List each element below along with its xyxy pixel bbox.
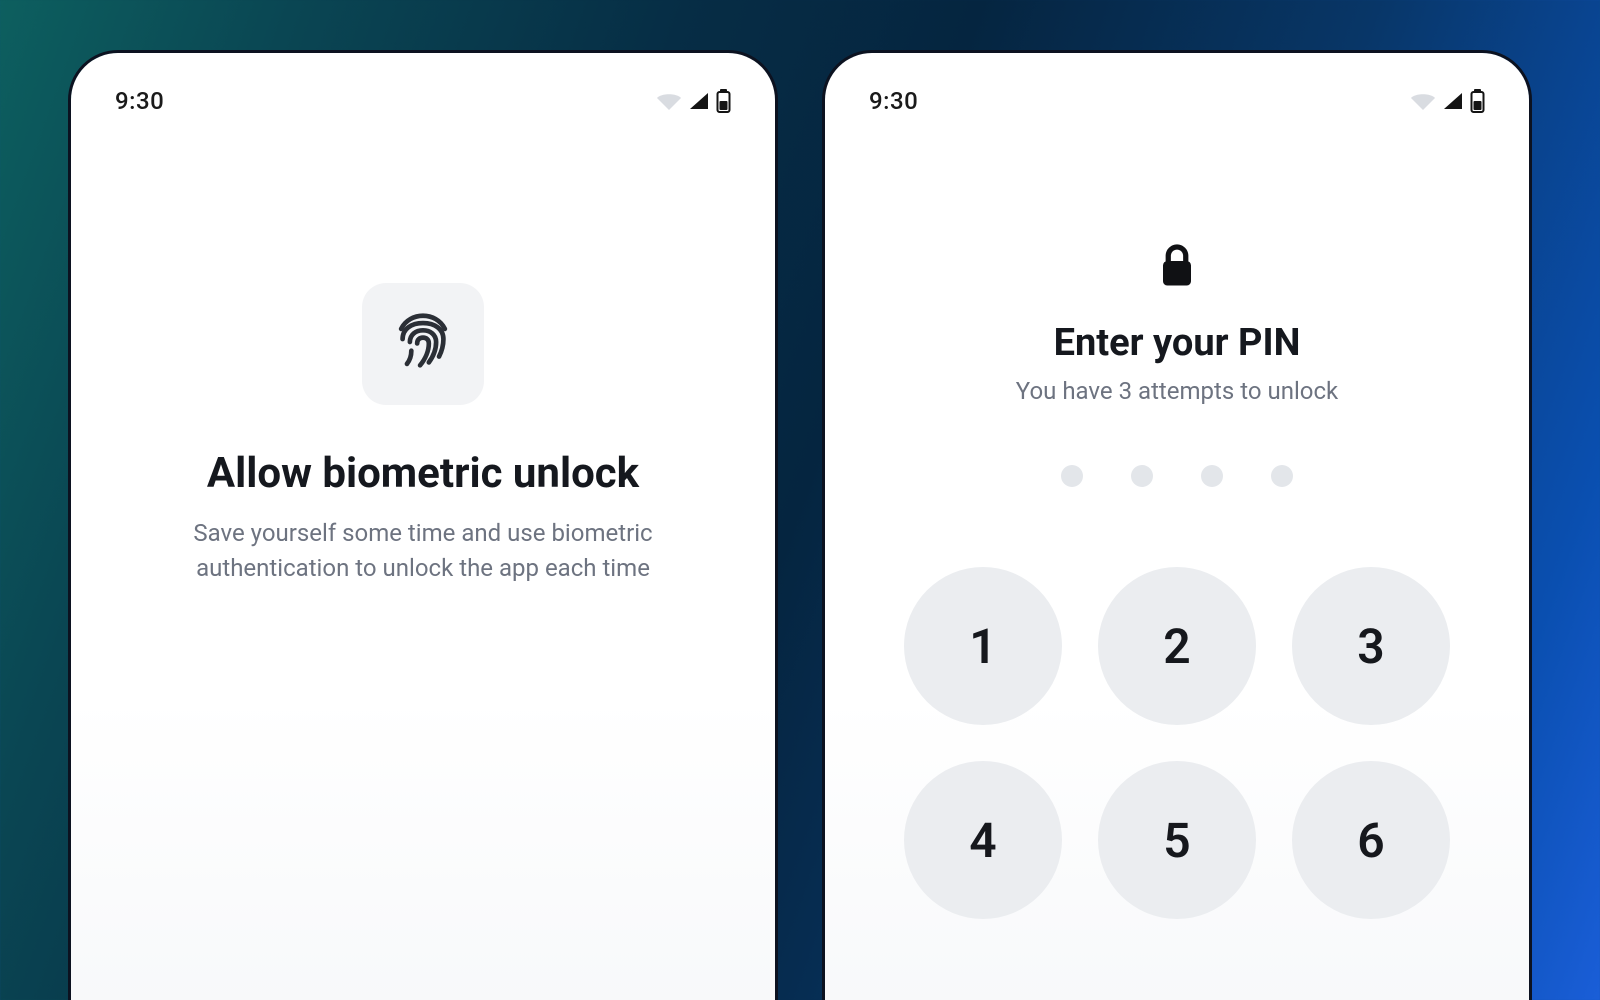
pin-dot (1061, 465, 1083, 487)
pin-keypad: 1 2 3 4 5 6 (904, 567, 1450, 919)
biometric-title: Allow biometric unlock (207, 449, 639, 498)
biometric-content: Allow biometric unlock Save yourself som… (71, 283, 775, 586)
status-icons (1410, 89, 1485, 113)
biometric-subtitle: Save yourself some time and use biometri… (133, 516, 713, 586)
wifi-icon (1410, 91, 1436, 111)
pin-dot (1201, 465, 1223, 487)
pin-subtitle: You have 3 attempts to unlock (1016, 377, 1338, 405)
battery-icon (1470, 89, 1485, 113)
keypad-key-1[interactable]: 1 (904, 567, 1062, 725)
keypad-key-2[interactable]: 2 (1098, 567, 1256, 725)
pin-dot (1131, 465, 1153, 487)
fingerprint-icon-container (362, 283, 484, 405)
status-time: 9:30 (869, 87, 918, 115)
pin-content: Enter your PIN You have 3 attempts to un… (825, 243, 1529, 919)
phone-inner: 9:30 (71, 53, 775, 1000)
status-bar: 9:30 (825, 69, 1529, 133)
cellular-icon (688, 91, 710, 111)
pin-title: Enter your PIN (1054, 321, 1301, 365)
keypad-key-4[interactable]: 4 (904, 761, 1062, 919)
cellular-icon (1442, 91, 1464, 111)
battery-icon (716, 89, 731, 113)
pin-dots (1061, 465, 1293, 487)
status-time: 9:30 (115, 87, 164, 115)
keypad-key-3[interactable]: 3 (1292, 567, 1450, 725)
pin-dot (1271, 465, 1293, 487)
keypad-key-5[interactable]: 5 (1098, 761, 1256, 919)
keypad-key-6[interactable]: 6 (1292, 761, 1450, 919)
phone-biometric-screen: 9:30 (68, 50, 778, 1000)
status-bar: 9:30 (71, 69, 775, 133)
phone-inner: 9:30 Enter your PIN Yo (825, 53, 1529, 1000)
wifi-icon (656, 91, 682, 111)
fingerprint-icon (388, 307, 458, 381)
lock-icon (1156, 243, 1198, 297)
phone-pin-screen: 9:30 Enter your PIN Yo (822, 50, 1532, 1000)
status-icons (656, 89, 731, 113)
